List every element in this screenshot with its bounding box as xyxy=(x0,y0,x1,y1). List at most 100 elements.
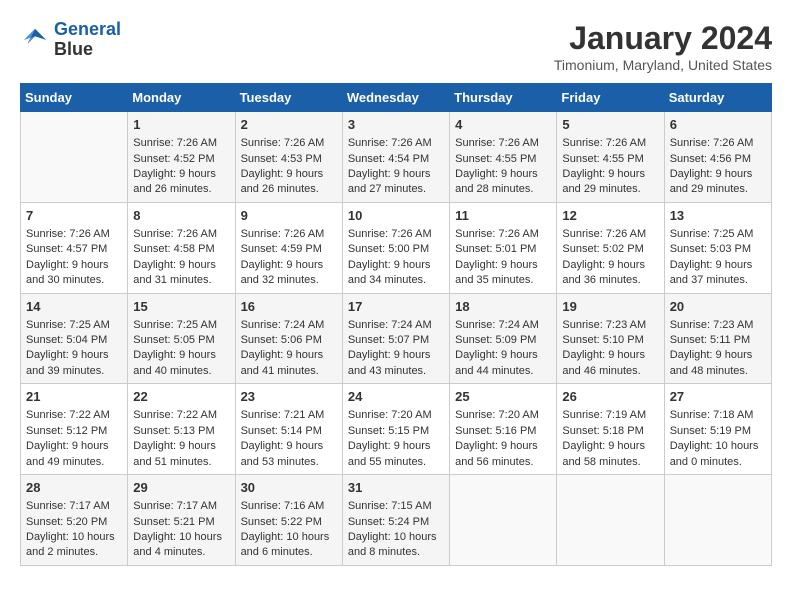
calendar-cell: 3Sunrise: 7:26 AMSunset: 4:54 PMDaylight… xyxy=(342,112,449,203)
sunset: Sunset: 4:58 PM xyxy=(133,243,214,255)
calendar-cell: 19Sunrise: 7:23 AMSunset: 5:10 PMDayligh… xyxy=(557,293,664,384)
calendar-table: SundayMondayTuesdayWednesdayThursdayFrid… xyxy=(20,83,772,566)
calendar-cell: 28Sunrise: 7:17 AMSunset: 5:20 PMDayligh… xyxy=(21,475,128,566)
sunset: Sunset: 5:13 PM xyxy=(133,425,214,437)
day-number: 14 xyxy=(26,298,122,316)
daylight: Daylight: 10 hours and 0 minutes. xyxy=(670,440,759,467)
sunset: Sunset: 4:55 PM xyxy=(562,153,643,165)
calendar-cell: 31Sunrise: 7:15 AMSunset: 5:24 PMDayligh… xyxy=(342,475,449,566)
daylight: Daylight: 9 hours and 35 minutes. xyxy=(455,259,538,286)
sunrise: Sunrise: 7:24 AM xyxy=(455,319,539,331)
day-number: 16 xyxy=(241,298,337,316)
header-thursday: Thursday xyxy=(450,84,557,112)
day-number: 23 xyxy=(241,388,337,406)
sunrise: Sunrise: 7:26 AM xyxy=(670,137,754,149)
header-sunday: Sunday xyxy=(21,84,128,112)
day-number: 24 xyxy=(348,388,444,406)
sunset: Sunset: 5:11 PM xyxy=(670,334,751,346)
calendar-cell: 5Sunrise: 7:26 AMSunset: 4:55 PMDaylight… xyxy=(557,112,664,203)
calendar-week-row: 1 Sunrise: 7:26 AM Sunset: 4:52 PM Daylight… xyxy=(21,112,772,203)
calendar-cell: 20Sunrise: 7:23 AMSunset: 5:11 PMDayligh… xyxy=(664,293,771,384)
calendar-cell: 18Sunrise: 7:24 AMSunset: 5:09 PMDayligh… xyxy=(450,293,557,384)
sunrise: Sunrise: 7:24 AM xyxy=(241,319,325,331)
title-block: January 2024 Timonium, Maryland, United … xyxy=(554,20,772,73)
day-number: 25 xyxy=(455,388,551,406)
sunrise: Sunrise: 7:26 AM xyxy=(133,137,217,149)
logo-text: General Blue xyxy=(54,20,121,60)
sunrise: Sunrise: 7:26 AM xyxy=(26,228,110,240)
daylight: Daylight: 9 hours and 41 minutes. xyxy=(241,349,324,376)
sunrise: Sunrise: 7:21 AM xyxy=(241,409,325,421)
sunset: Sunset: 5:04 PM xyxy=(26,334,107,346)
calendar-cell: 24Sunrise: 7:20 AMSunset: 5:15 PMDayligh… xyxy=(342,384,449,475)
sunset: Sunset: 5:24 PM xyxy=(348,516,429,528)
day-number: 31 xyxy=(348,479,444,497)
daylight: Daylight: 9 hours and 30 minutes. xyxy=(26,259,109,286)
sunset: Sunset: 4:57 PM xyxy=(26,243,107,255)
day-number: 1 xyxy=(133,116,229,134)
sunset: Sunset: 4:55 PM xyxy=(455,153,536,165)
daylight: Daylight: 9 hours and 26 minutes. xyxy=(133,168,216,195)
daylight: Daylight: 9 hours and 39 minutes. xyxy=(26,349,109,376)
daylight: Daylight: 9 hours and 56 minutes. xyxy=(455,440,538,467)
sunset: Sunset: 4:59 PM xyxy=(241,243,322,255)
calendar-cell: 21Sunrise: 7:22 AMSunset: 5:12 PMDayligh… xyxy=(21,384,128,475)
day-number: 6 xyxy=(670,116,766,134)
calendar-cell: 15Sunrise: 7:25 AMSunset: 5:05 PMDayligh… xyxy=(128,293,235,384)
day-number: 2 xyxy=(241,116,337,134)
day-number: 30 xyxy=(241,479,337,497)
daylight: Daylight: 9 hours and 58 minutes. xyxy=(562,440,645,467)
sunrise: Sunrise: 7:20 AM xyxy=(455,409,539,421)
calendar-cell: 25 Sunrise: 7:20 AM Sunset: 5:16 PM Dayligh… xyxy=(450,384,557,475)
sunset: Sunset: 5:19 PM xyxy=(670,425,751,437)
sunrise: Sunrise: 7:20 AM xyxy=(348,409,432,421)
logo: General Blue xyxy=(20,20,121,60)
day-number: 12 xyxy=(562,207,658,225)
day-number: 4 xyxy=(455,116,551,134)
day-number: 21 xyxy=(26,388,122,406)
sunset: Sunset: 5:18 PM xyxy=(562,425,643,437)
calendar-cell: 17Sunrise: 7:24 AMSunset: 5:07 PMDayligh… xyxy=(342,293,449,384)
sunset: Sunset: 5:05 PM xyxy=(133,334,214,346)
day-number: 8 xyxy=(133,207,229,225)
calendar-cell: 29Sunrise: 7:17 AMSunset: 5:21 PMDayligh… xyxy=(128,475,235,566)
sunset: Sunset: 5:03 PM xyxy=(670,243,751,255)
calendar-cell: 8Sunrise: 7:26 AMSunset: 4:58 PMDaylight… xyxy=(128,202,235,293)
daylight: Daylight: 9 hours and 49 minutes. xyxy=(26,440,109,467)
sunrise: Sunrise: 7:26 AM xyxy=(348,228,432,240)
sunrise: Sunrise: 7:26 AM xyxy=(455,228,539,240)
calendar-cell: 27 Sunrise: 7:18 AM Sunset: 5:19 PM Dayligh… xyxy=(664,384,771,475)
sunset: Sunset: 5:16 PM xyxy=(455,425,536,437)
sunrise: Sunrise: 7:17 AM xyxy=(133,500,217,512)
sunrise: Sunrise: 7:26 AM xyxy=(241,228,325,240)
sunrise: Sunrise: 7:17 AM xyxy=(26,500,110,512)
day-number: 19 xyxy=(562,298,658,316)
calendar-cell: 7Sunrise: 7:26 AMSunset: 4:57 PMDaylight… xyxy=(21,202,128,293)
daylight: Daylight: 9 hours and 32 minutes. xyxy=(241,259,324,286)
calendar-cell xyxy=(450,475,557,566)
daylight: Daylight: 9 hours and 29 minutes. xyxy=(670,168,753,195)
logo-icon xyxy=(20,25,50,55)
day-number: 18 xyxy=(455,298,551,316)
daylight: Daylight: 9 hours and 40 minutes. xyxy=(133,349,216,376)
day-number: 9 xyxy=(241,207,337,225)
sunset: Sunset: 4:54 PM xyxy=(348,153,429,165)
sunrise: Sunrise: 7:25 AM xyxy=(670,228,754,240)
sunrise: Sunrise: 7:18 AM xyxy=(670,409,754,421)
day-number: 10 xyxy=(348,207,444,225)
day-number: 27 xyxy=(670,388,766,406)
calendar-cell: 11Sunrise: 7:26 AMSunset: 5:01 PMDayligh… xyxy=(450,202,557,293)
daylight: Daylight: 9 hours and 36 minutes. xyxy=(562,259,645,286)
page-header: General Blue January 2024 Timonium, Mary… xyxy=(20,20,772,73)
sunset: Sunset: 4:52 PM xyxy=(133,153,214,165)
calendar-header-row: SundayMondayTuesdayWednesdayThursdayFrid… xyxy=(21,84,772,112)
sunrise: Sunrise: 7:25 AM xyxy=(133,319,217,331)
day-number: 17 xyxy=(348,298,444,316)
sunset: Sunset: 5:07 PM xyxy=(348,334,429,346)
calendar-cell: 26Sunrise: 7:19 AMSunset: 5:18 PMDayligh… xyxy=(557,384,664,475)
daylight: Daylight: 9 hours and 34 minutes. xyxy=(348,259,431,286)
daylight: Daylight: 10 hours and 8 minutes. xyxy=(348,531,437,558)
calendar-cell: 2Sunrise: 7:26 AMSunset: 4:53 PMDaylight… xyxy=(235,112,342,203)
daylight: Daylight: 9 hours and 27 minutes. xyxy=(348,168,431,195)
daylight: Daylight: 9 hours and 26 minutes. xyxy=(241,168,324,195)
